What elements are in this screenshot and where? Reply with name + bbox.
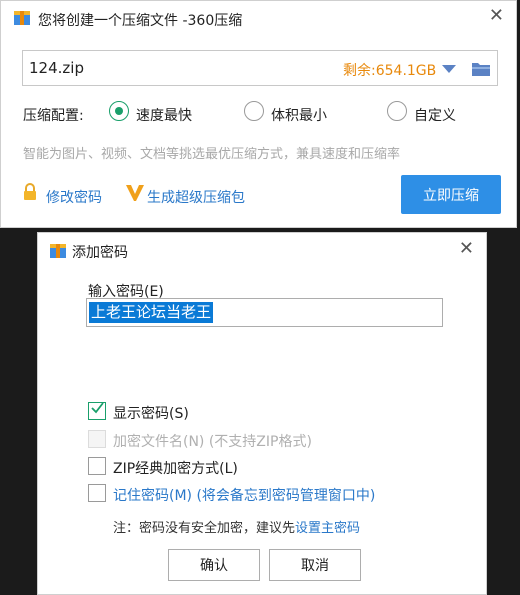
archive-name[interactable]: 124.zip — [29, 59, 84, 77]
app-icon — [14, 11, 30, 25]
encrypt-filenames-label: 加密文件名(N) (不支持ZIP格式) — [113, 434, 312, 450]
compress-window: 您将创建一个压缩文件 -360压缩 ✕ 124.zip 剩余:654.1GB 压… — [0, 0, 517, 228]
cancel-button[interactable]: 取消 — [269, 549, 361, 581]
radio-fastest[interactable] — [109, 101, 129, 121]
ok-button[interactable]: 确认 — [168, 549, 260, 581]
zip-classic-label[interactable]: ZIP经典加密方式(L) — [113, 458, 238, 478]
remember-password-label[interactable]: 记住密码(M) (将会备忘到密码管理窗口中) — [113, 485, 375, 505]
password-input[interactable]: 上老王论坛当老王 — [86, 298, 443, 327]
dropdown-arrow-icon[interactable] — [442, 65, 456, 73]
radio-custom-label[interactable]: 自定义 — [414, 105, 456, 125]
close-icon[interactable]: ✕ — [459, 240, 474, 258]
lock-icon — [24, 183, 36, 200]
show-password-checkbox[interactable] — [88, 402, 106, 420]
v-badge-icon — [126, 185, 144, 201]
app-icon — [50, 244, 66, 258]
radio-smallest[interactable] — [244, 101, 264, 121]
remember-password-checkbox[interactable] — [88, 484, 106, 502]
password-text[interactable]: 上老王论坛当老王 — [89, 302, 214, 323]
password-dialog: 添加密码 ✕ 输入密码(E) 上老王论坛当老王 显示密码(S) 加密文件名(N)… — [37, 232, 487, 595]
compress-now-button[interactable]: 立即压缩 — [401, 175, 501, 214]
window-title: 您将创建一个压缩文件 -360压缩 — [38, 13, 243, 29]
change-password-link[interactable]: 修改密码 — [46, 187, 102, 207]
dialog-title: 添加密码 — [72, 245, 128, 261]
radio-fastest-label[interactable]: 速度最快 — [136, 105, 192, 125]
encrypt-filenames-checkbox — [88, 430, 106, 448]
close-icon[interactable]: ✕ — [489, 7, 504, 25]
compress-titlebar: 您将创建一个压缩文件 -360压缩 ✕ — [1, 1, 516, 35]
free-space-label: 剩余:654.1GB — [343, 63, 437, 79]
note-text: 注：密码没有安全加密，建议先 — [113, 521, 296, 536]
zip-classic-checkbox[interactable] — [88, 457, 106, 475]
radio-custom[interactable] — [387, 101, 407, 121]
radio-smallest-label[interactable]: 体积最小 — [271, 105, 327, 125]
checkmark-icon — [91, 402, 104, 414]
folder-icon[interactable] — [471, 60, 491, 77]
show-password-label[interactable]: 显示密码(S) — [113, 403, 189, 423]
security-note: 注：密码没有安全加密，建议先设置主密码 — [113, 517, 360, 536]
super-archive-link[interactable]: 生成超级压缩包 — [147, 187, 245, 207]
config-label: 压缩配置: — [23, 108, 84, 124]
archive-path-field[interactable]: 124.zip 剩余:654.1GB — [22, 50, 498, 86]
compression-hint: 智能为图片、视频、文档等挑选最优压缩方式，兼具速度和压缩率 — [23, 147, 401, 162]
set-master-password-link[interactable]: 设置主密码 — [295, 521, 360, 536]
